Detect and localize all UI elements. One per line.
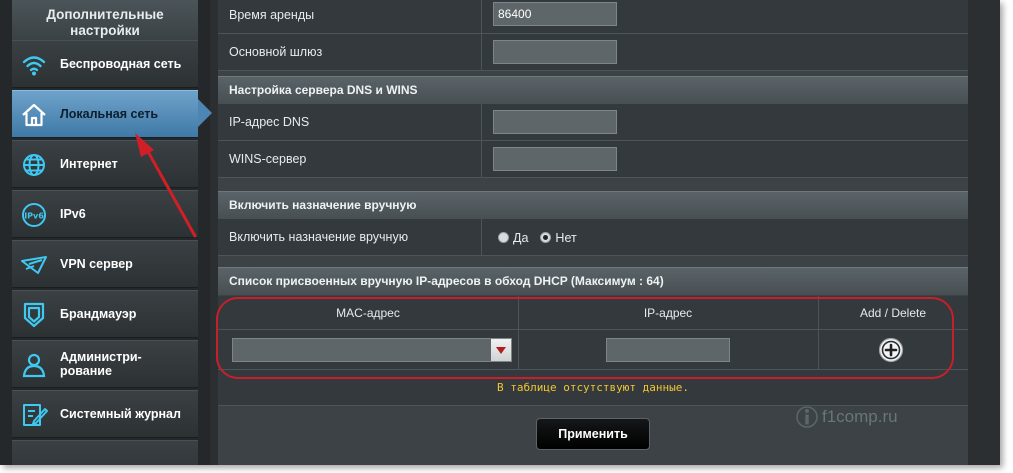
lease-time-label: Время аренды [229,8,315,22]
dns-section-title: Настройка сервера DNS и WINS [218,76,968,104]
sidebar-item-lan[interactable]: Локальная сеть [12,90,198,138]
sidebar-item-more[interactable] [12,440,198,465]
empty-table-message: В таблице отсутствуют данные. [218,370,968,406]
right-gutter [968,0,1000,465]
gateway-row: Основной шлюз [218,34,968,71]
sidebar-item-label: VPN сервер [60,257,133,271]
sidebar-item-syslog[interactable]: Системный журнал [12,390,198,438]
column-mac: MAC-адрес [336,306,400,320]
dhcp-list-title: Список присвоенных вручную IP-адресов в … [218,267,968,295]
wins-row: WINS-сервер [218,141,968,178]
sidebar-item-vpn[interactable]: VPN сервер [12,240,198,288]
radio-no[interactable] [540,232,552,243]
mac-address-select[interactable] [232,338,512,362]
plus-circle-icon [878,337,904,363]
radio-no-label: Нет [555,230,577,245]
wifi-icon [20,51,48,79]
manual-section-title: Включить назначение вручную [218,191,968,219]
gateway-label: Основной шлюз [229,45,323,59]
person-icon [20,351,48,379]
vpn-icon [20,251,48,279]
sidebar-header: Дополнительные настройки [12,0,198,40]
svg-text:IPv6: IPv6 [24,212,44,221]
manual-assign-label: Включить назначение вручную [229,230,409,244]
sidebar-item-label: Брандмауэр [60,307,137,321]
column-add-delete: Add / Delete [859,306,927,320]
sidebar-item-internet[interactable]: Интернет [12,140,198,188]
gateway-input[interactable] [493,40,617,64]
dhcp-table-header: MAC-адрес IP-адрес Add / Delete [218,296,968,330]
ipv6-icon: IPv6 [20,201,48,229]
dns-input[interactable] [493,110,617,134]
sidebar-item-firewall[interactable]: Брандмауэр [12,290,198,338]
radio-yes[interactable] [498,232,509,243]
sidebar-item-wireless[interactable]: Беспроводная сеть [12,40,198,88]
shield-icon [20,301,48,329]
log-icon [20,401,48,429]
lease-time-input[interactable]: 86400 [493,2,617,26]
info-logo-icon [796,406,818,428]
watermark-text: f1comp.ru [822,407,898,426]
ip-address-input[interactable] [606,338,730,362]
sidebar-item-label: IPv6 [60,207,86,221]
lease-time-row: Время аренды 86400 [218,0,968,34]
manual-assign-radio-group: Да Нет [498,219,589,256]
home-icon [20,101,48,129]
add-entry-button[interactable] [878,337,904,363]
dhcp-input-row [218,330,968,370]
dns-row: IP-адрес DNS [218,104,968,141]
manual-assign-row: Включить назначение вручную Да Нет [218,219,968,256]
sidebar-item-label: Интернет [60,157,118,171]
sidebar-item-label: Системный журнал [60,407,181,421]
lan-dhcp-settings: Время аренды 86400 Основной шлюз Настрой… [218,0,968,465]
radio-yes-label: Да [513,230,529,245]
dns-label: IP-адрес DNS [229,115,310,129]
wins-input[interactable] [493,147,617,171]
watermark: f1comp.ru [796,402,898,432]
apply-button[interactable]: Применить [536,418,650,450]
chevron-down-icon[interactable] [491,339,511,361]
wins-label: WINS-сервер [229,152,307,166]
sidebar-item-label: Администри-рование [60,350,142,378]
sidebar-item-label: Беспроводная сеть [60,57,182,71]
sidebar-item-label: Локальная сеть [60,107,159,121]
sidebar-item-admin[interactable]: Администри-рование [12,340,198,388]
sidebar: Дополнительные настройки Беспроводная се… [0,0,210,465]
sidebar-item-ipv6[interactable]: IPv6 IPv6 [12,190,198,238]
column-ip: IP-адрес [643,306,693,320]
active-item-pointer [198,99,212,127]
globe-icon [20,151,48,179]
router-admin-window: Дополнительные настройки Беспроводная се… [0,0,1000,465]
